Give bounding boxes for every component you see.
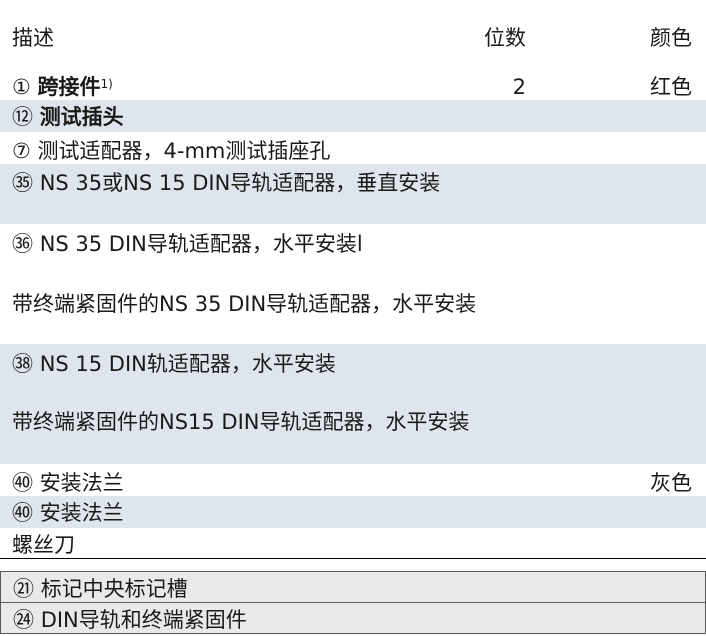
row-color: 红色: [650, 75, 692, 99]
table-row: ㊳ NS 15 DIN轨适配器，水平安装 带终端紧固件的NS15 DIN导轨适配…: [0, 344, 706, 464]
row-text: 安装法兰: [39, 501, 124, 525]
table-row: ⑦ 测试适配器，4-mm测试插座孔: [0, 132, 706, 164]
header-color: 颜色: [650, 26, 692, 50]
row-marker: ㉑: [13, 577, 34, 601]
footnote-ref: 1): [100, 77, 113, 91]
row-text: 跨接件: [37, 75, 101, 99]
row-color: 灰色: [650, 471, 692, 495]
table-row: ㉟ NS 35或NS 15 DIN导轨适配器，垂直安装: [0, 164, 706, 224]
product-table: 描述 位数 颜色 ① 跨接件1) 2 红色 ⑫ 测试插头 ⑦ 测试适配器，4-m…: [0, 0, 706, 636]
row-marker: ㊵: [12, 501, 33, 525]
row-marker: ㊵: [12, 471, 33, 495]
boxed-row: ㉔ DIN导轨和终端紧固件: [0, 602, 706, 634]
table-row: ㊵ 安装法兰: [0, 496, 706, 528]
table-header: 描述 位数 颜色: [0, 0, 706, 66]
table-row: 螺丝刀: [0, 528, 706, 558]
row-text: 安装法兰: [39, 471, 124, 495]
row-marker: ㉔: [13, 608, 34, 632]
row-text: NS 35或NS 15 DIN导轨适配器，垂直安装: [39, 171, 441, 195]
row-text: 测试插头: [39, 105, 124, 129]
table-row: ㊵ 安装法兰 灰色: [0, 464, 706, 496]
boxed-row: ㉑ 标记中央标记槽: [0, 571, 706, 603]
row-text: 标记中央标记槽: [40, 577, 188, 601]
table-row: ⑫ 测试插头: [0, 100, 706, 132]
row-text: 螺丝刀: [12, 533, 75, 557]
row-marker: ⑫: [12, 105, 33, 129]
row-subtext: 带终端紧固件的NS15 DIN导轨适配器，水平安装: [12, 410, 470, 434]
row-marker: ㊳: [12, 352, 33, 376]
table-bottom-rule: [0, 558, 706, 559]
row-subtext: 带终端紧固件的NS 35 DIN导轨适配器，水平安装: [12, 292, 477, 316]
row-quantity: 2: [512, 75, 526, 99]
row-marker: ㊱: [12, 232, 33, 256]
row-marker: ㉟: [12, 171, 33, 195]
table-row: ① 跨接件1) 2 红色: [0, 66, 706, 100]
header-quantity: 位数: [484, 26, 526, 50]
row-text: 测试适配器，4-mm测试插座孔: [37, 139, 331, 163]
row-text: DIN导轨和终端紧固件: [40, 608, 247, 632]
row-marker: ①: [12, 75, 31, 99]
row-text: NS 15 DIN轨适配器，水平安装: [39, 352, 336, 376]
table-row: ㊱ NS 35 DIN导轨适配器，水平安装l 带终端紧固件的NS 35 DIN导…: [0, 224, 706, 344]
row-marker: ⑦: [12, 139, 31, 163]
header-description: 描述: [12, 26, 54, 50]
row-text: NS 35 DIN导轨适配器，水平安装l: [39, 232, 363, 256]
